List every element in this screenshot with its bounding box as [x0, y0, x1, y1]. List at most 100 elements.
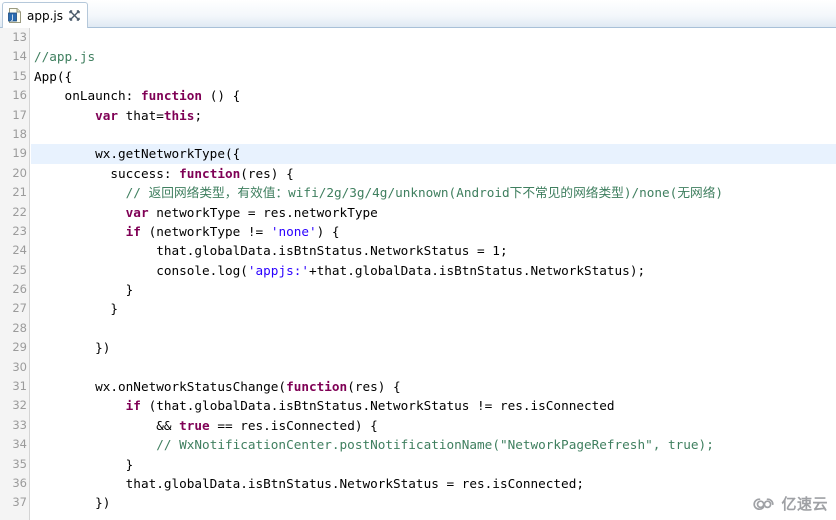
js-file-icon: J	[8, 8, 22, 23]
code-line-text[interactable]: var networkType = res.networkType	[31, 203, 836, 222]
line-number: 27	[12, 301, 27, 316]
line-number: 30	[12, 359, 27, 374]
code-line-text[interactable]: that.globalData.isBtnStatus.NetworkStatu…	[31, 474, 836, 493]
line-number: 15	[12, 68, 27, 83]
code-line-text[interactable]: wx.onNetworkStatusChange(function(res) {	[31, 377, 836, 396]
code-content[interactable]: 13 14 //app.js 15 App({ 16 onLaunch: function…	[0, 28, 836, 520]
code-token-pln: (res) {	[240, 165, 294, 181]
line-number: 29	[12, 340, 27, 355]
code-line[interactable]: 18	[0, 125, 836, 144]
close-icon[interactable]	[69, 10, 80, 21]
code-token-kw: if	[125, 398, 141, 414]
code-token-pln: }	[34, 301, 119, 317]
code-line[interactable]: 33 && true == res.isConnected) {	[0, 416, 836, 435]
code-token-pln	[34, 108, 95, 123]
code-line[interactable]: 23 if (networkType != 'none') {	[0, 222, 836, 241]
code-line-text[interactable]: that.globalData.isBtnStatus.NetworkStatu…	[31, 241, 836, 260]
code-line-text[interactable]: onLaunch: function () {	[31, 86, 836, 105]
code-token-pln: == res.isConnected) {	[209, 417, 378, 433]
code-line[interactable]: 17 var that=this;	[0, 106, 836, 125]
code-token-pln	[34, 224, 126, 239]
code-line[interactable]: 37 })	[0, 493, 836, 512]
code-line[interactable]: 16 onLaunch: function () {	[0, 86, 836, 105]
code-line[interactable]: 25 console.log('appjs:'+that.globalData.…	[0, 261, 836, 280]
code-line[interactable]: 19 wx.getNetworkType({	[0, 144, 836, 164]
code-line-text[interactable]: // 返回网络类型，有效值：wifi/2g/3g/4g/unknown(Andr…	[31, 183, 836, 202]
code-line-text[interactable]	[31, 358, 836, 377]
code-line-text[interactable]: if (networkType != 'none') {	[31, 222, 836, 241]
code-line[interactable]: 20 success: function(res) {	[0, 164, 836, 183]
code-token-pln	[34, 185, 126, 200]
code-token-pln: ;	[194, 107, 203, 123]
code-line-text[interactable]: }	[31, 280, 836, 299]
code-line[interactable]: 13	[0, 28, 836, 47]
code-line[interactable]: 21 // 返回网络类型，有效值：wifi/2g/3g/4g/unknown(A…	[0, 183, 836, 202]
code-token-pln: (networkType !=	[140, 223, 271, 239]
code-line-text[interactable]: console.log('appjs:'+that.globalData.isB…	[31, 261, 836, 280]
code-token-pln: console.log(	[34, 262, 248, 278]
line-number: 17	[12, 107, 27, 122]
code-line[interactable]: 14 //app.js	[0, 47, 836, 66]
line-number: 28	[12, 320, 27, 335]
code-line-text[interactable]: // WxNotificationCenter.postNotification…	[31, 435, 836, 454]
code-editor[interactable]: 13 14 //app.js 15 App({ 16 onLaunch: function…	[0, 28, 836, 520]
code-token-kw: if	[125, 223, 141, 239]
code-line[interactable]: 30	[0, 358, 836, 377]
tab-app-js[interactable]: J app.js	[2, 2, 88, 28]
editor-window: J app.js 13 14 //app.js 15 App({ 16 onLaunch:…	[0, 0, 836, 520]
code-line-text[interactable]: success: function(res) {	[31, 164, 836, 183]
code-line[interactable]: 31 wx.onNetworkStatusChange(function(res…	[0, 377, 836, 396]
line-number: 36	[12, 475, 27, 490]
code-line[interactable]: 28	[0, 319, 836, 338]
code-line[interactable]: 36 that.globalData.isBtnStatus.NetworkSt…	[0, 474, 836, 493]
code-line-text[interactable]: })	[31, 338, 836, 357]
code-token-kw: function	[179, 165, 241, 181]
code-line[interactable]: 24 that.globalData.isBtnStatus.NetworkSt…	[0, 241, 836, 260]
code-token-pln: (res) {	[347, 379, 401, 395]
line-number: 18	[12, 126, 27, 141]
code-line[interactable]: 32 if (that.globalData.isBtnStatus.Netwo…	[0, 396, 836, 415]
code-token-pln	[34, 205, 126, 220]
code-line[interactable]: 26 }	[0, 280, 836, 299]
code-line[interactable]: 29 })	[0, 338, 836, 357]
code-line-text[interactable]: && true == res.isConnected) {	[31, 416, 836, 435]
code-line[interactable]: 27 }	[0, 299, 836, 318]
code-token-pln: () {	[202, 88, 241, 104]
tab-label: app.js	[27, 8, 63, 23]
code-token-com: // 返回网络类型，有效值：wifi/2g/3g/4g/unknown(Andr…	[125, 185, 724, 201]
code-token-com: // WxNotificationCenter.postNotification…	[156, 437, 714, 453]
code-line-text[interactable]: })	[31, 493, 836, 512]
code-token-pln: networkType = res.networkType	[148, 204, 378, 220]
code-line-text[interactable]: if (that.globalData.isBtnStatus.NetworkS…	[31, 396, 836, 415]
code-token-pln: that=	[118, 107, 164, 123]
code-line-text[interactable]	[31, 28, 836, 47]
code-line-text[interactable]	[31, 319, 836, 338]
code-token-pln: wx.getNetworkType({	[34, 146, 241, 162]
code-line-text[interactable]: //app.js	[31, 47, 836, 66]
tab-bar-background	[0, 0, 836, 27]
line-number: 24	[12, 243, 27, 258]
line-number: 13	[12, 30, 27, 44]
code-token-pln: })	[34, 495, 111, 511]
code-token-pln: }	[34, 282, 134, 298]
code-line-text[interactable]: }	[31, 455, 836, 474]
code-line[interactable]: 35 }	[0, 455, 836, 474]
code-line-text[interactable]: App({	[31, 67, 836, 86]
code-token-kw: true	[179, 417, 210, 433]
code-token-pln: })	[34, 340, 111, 356]
line-number: 33	[12, 417, 27, 432]
code-token-kw: function	[140, 88, 203, 104]
code-line[interactable]: 15 App({	[0, 67, 836, 86]
line-number: 20	[12, 165, 27, 180]
code-line[interactable]: 34 // WxNotificationCenter.postNotificat…	[0, 435, 836, 454]
line-number: 34	[12, 437, 27, 452]
code-line-text[interactable]	[31, 125, 836, 144]
code-line[interactable]: 22 var networkType = res.networkType	[0, 203, 836, 222]
code-token-kw: var	[95, 107, 119, 123]
line-number: 19	[12, 146, 27, 161]
code-line-text[interactable]: }	[31, 299, 836, 318]
code-line-text[interactable]: wx.getNetworkType({	[31, 144, 836, 164]
code-token-kw: var	[125, 204, 149, 220]
code-token-pln: App({	[34, 68, 73, 84]
code-line-text[interactable]: var that=this;	[31, 106, 836, 125]
